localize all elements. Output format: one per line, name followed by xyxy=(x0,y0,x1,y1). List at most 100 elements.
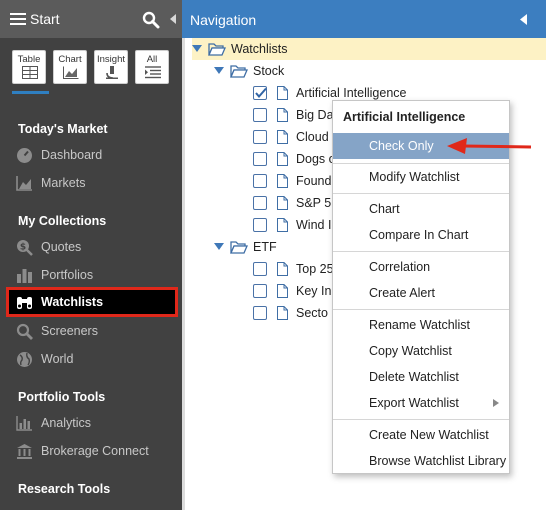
sidebar-title: Start xyxy=(30,11,60,27)
document-icon xyxy=(277,86,288,100)
document-icon xyxy=(277,306,288,320)
watchlist-item[interactable]: Cloud xyxy=(253,126,329,148)
sidebar-item-dashboard[interactable]: Dashboard xyxy=(12,142,177,168)
section-portfolio-tools: Portfolio Tools xyxy=(18,390,106,404)
watchlist-item[interactable]: Top 25 xyxy=(253,258,334,280)
sidebar-item-screeners[interactable]: Screeners xyxy=(12,318,177,344)
watchlist-checkbox[interactable] xyxy=(253,196,267,210)
watchlist-checkbox[interactable] xyxy=(253,130,267,144)
hamburger-menu-icon[interactable] xyxy=(10,13,26,25)
view-tabs: Table Chart Insight All xyxy=(12,50,176,84)
document-icon xyxy=(277,262,288,276)
navigation-header: Navigation xyxy=(182,0,546,38)
quotes-search-dollar-icon: $ xyxy=(17,239,33,256)
sidebar-item-brokerage-connect[interactable]: Brokerage Connect xyxy=(12,438,177,464)
sidebar: Start Table Chart Insight All Today's Ma… xyxy=(0,0,182,510)
annotation-arrow-icon xyxy=(447,138,532,154)
bank-building-icon xyxy=(17,443,32,459)
markets-chart-icon xyxy=(16,175,32,191)
sidebar-header: Start xyxy=(0,0,182,38)
watchlist-item[interactable]: Dogs o xyxy=(253,148,336,170)
watchlist-item[interactable]: Key In xyxy=(253,280,331,302)
microscope-icon xyxy=(106,66,118,79)
table-icon xyxy=(22,66,38,79)
caret-down-icon[interactable] xyxy=(214,243,224,251)
sidebar-item-world[interactable]: World xyxy=(12,346,177,372)
watchlist-item[interactable]: Wind I xyxy=(253,214,331,236)
caret-down-icon[interactable] xyxy=(214,67,224,75)
binoculars-icon xyxy=(17,296,32,309)
document-icon xyxy=(277,196,288,210)
section-research-tools: Research Tools xyxy=(18,482,111,496)
view-tab-insight[interactable]: Insight xyxy=(94,50,128,84)
view-tab-table[interactable]: Table xyxy=(12,50,46,84)
document-icon xyxy=(277,218,288,232)
collapse-navigation-icon[interactable] xyxy=(520,14,528,25)
sidebar-item-quotes[interactable]: $ Quotes xyxy=(12,234,177,260)
sidebar-item-watchlists[interactable]: Watchlists xyxy=(6,287,178,317)
menu-item-chart[interactable]: Chart xyxy=(333,196,509,222)
menu-item-create-new-watchlist[interactable]: Create New Watchlist xyxy=(333,422,509,448)
context-menu-title: Artificial Intelligence xyxy=(343,110,466,124)
search-icon[interactable] xyxy=(142,11,160,29)
chart-icon xyxy=(63,66,79,79)
section-todays-market: Today's Market xyxy=(18,122,108,136)
menu-item-rename-watchlist[interactable]: Rename Watchlist xyxy=(333,312,509,338)
sidebar-item-markets[interactable]: Markets xyxy=(12,170,177,196)
navigation-title: Navigation xyxy=(190,12,257,28)
menu-separator xyxy=(333,419,509,420)
tree-node-watchlists[interactable]: Watchlists xyxy=(192,38,546,60)
menu-item-create-alert[interactable]: Create Alert xyxy=(333,280,509,306)
watchlist-checkbox[interactable] xyxy=(253,262,267,276)
watchlist-checkbox[interactable] xyxy=(253,152,267,166)
menu-item-correlation[interactable]: Correlation xyxy=(333,254,509,280)
svg-text:$: $ xyxy=(20,242,26,252)
checkmark-icon xyxy=(255,87,267,99)
document-icon xyxy=(277,174,288,188)
document-icon xyxy=(277,284,288,298)
watchlist-checkbox-checked[interactable] xyxy=(253,86,267,100)
menu-item-export-watchlist[interactable]: Export Watchlist xyxy=(333,390,509,416)
sidebar-item-analytics[interactable]: Analytics xyxy=(12,410,177,436)
watchlist-item[interactable]: Big Da xyxy=(253,104,334,126)
open-folder-icon xyxy=(208,43,226,56)
document-icon xyxy=(277,152,288,166)
submenu-arrow-icon xyxy=(493,399,499,407)
view-tab-all[interactable]: All xyxy=(135,50,169,84)
tree-node-stock[interactable]: Stock xyxy=(214,60,284,82)
watchlist-checkbox[interactable] xyxy=(253,218,267,232)
caret-down-icon[interactable] xyxy=(192,45,202,53)
portfolios-bars-icon xyxy=(17,268,32,283)
watchlist-item[interactable]: S&P 5 xyxy=(253,192,331,214)
menu-item-browse-watchlist-library[interactable]: Browse Watchlist Library xyxy=(333,448,509,474)
menu-separator xyxy=(333,251,509,252)
collapse-sidebar-icon[interactable] xyxy=(168,13,178,25)
watchlist-checkbox[interactable] xyxy=(253,108,267,122)
watchlist-checkbox[interactable] xyxy=(253,284,267,298)
tree-node-etf[interactable]: ETF xyxy=(214,236,277,258)
open-folder-icon xyxy=(230,65,248,78)
menu-item-delete-watchlist[interactable]: Delete Watchlist xyxy=(333,364,509,390)
menu-item-copy-watchlist[interactable]: Copy Watchlist xyxy=(333,338,509,364)
watchlist-item[interactable]: Secto xyxy=(253,302,328,324)
watchlist-checkbox[interactable] xyxy=(253,174,267,188)
menu-item-modify-watchlist[interactable]: Modify Watchlist xyxy=(333,164,509,190)
menu-item-compare-in-chart[interactable]: Compare In Chart xyxy=(333,222,509,248)
watchlist-checkbox[interactable] xyxy=(253,306,267,320)
screeners-magnifier-icon xyxy=(16,323,33,340)
menu-separator xyxy=(333,193,509,194)
sidebar-item-portfolios[interactable]: Portfolios xyxy=(12,262,177,288)
view-tab-chart[interactable]: Chart xyxy=(53,50,87,84)
menu-separator xyxy=(333,309,509,310)
globe-icon xyxy=(17,351,32,367)
analytics-bars-icon xyxy=(16,415,32,431)
active-tab-indicator xyxy=(12,91,49,94)
list-icon xyxy=(145,66,161,79)
document-icon xyxy=(277,108,288,122)
watchlist-item[interactable]: Found xyxy=(253,170,331,192)
document-icon xyxy=(277,130,288,144)
panel-divider xyxy=(182,38,185,510)
section-my-collections: My Collections xyxy=(18,214,107,228)
open-folder-icon xyxy=(230,241,248,254)
dashboard-gauge-icon xyxy=(17,147,32,163)
